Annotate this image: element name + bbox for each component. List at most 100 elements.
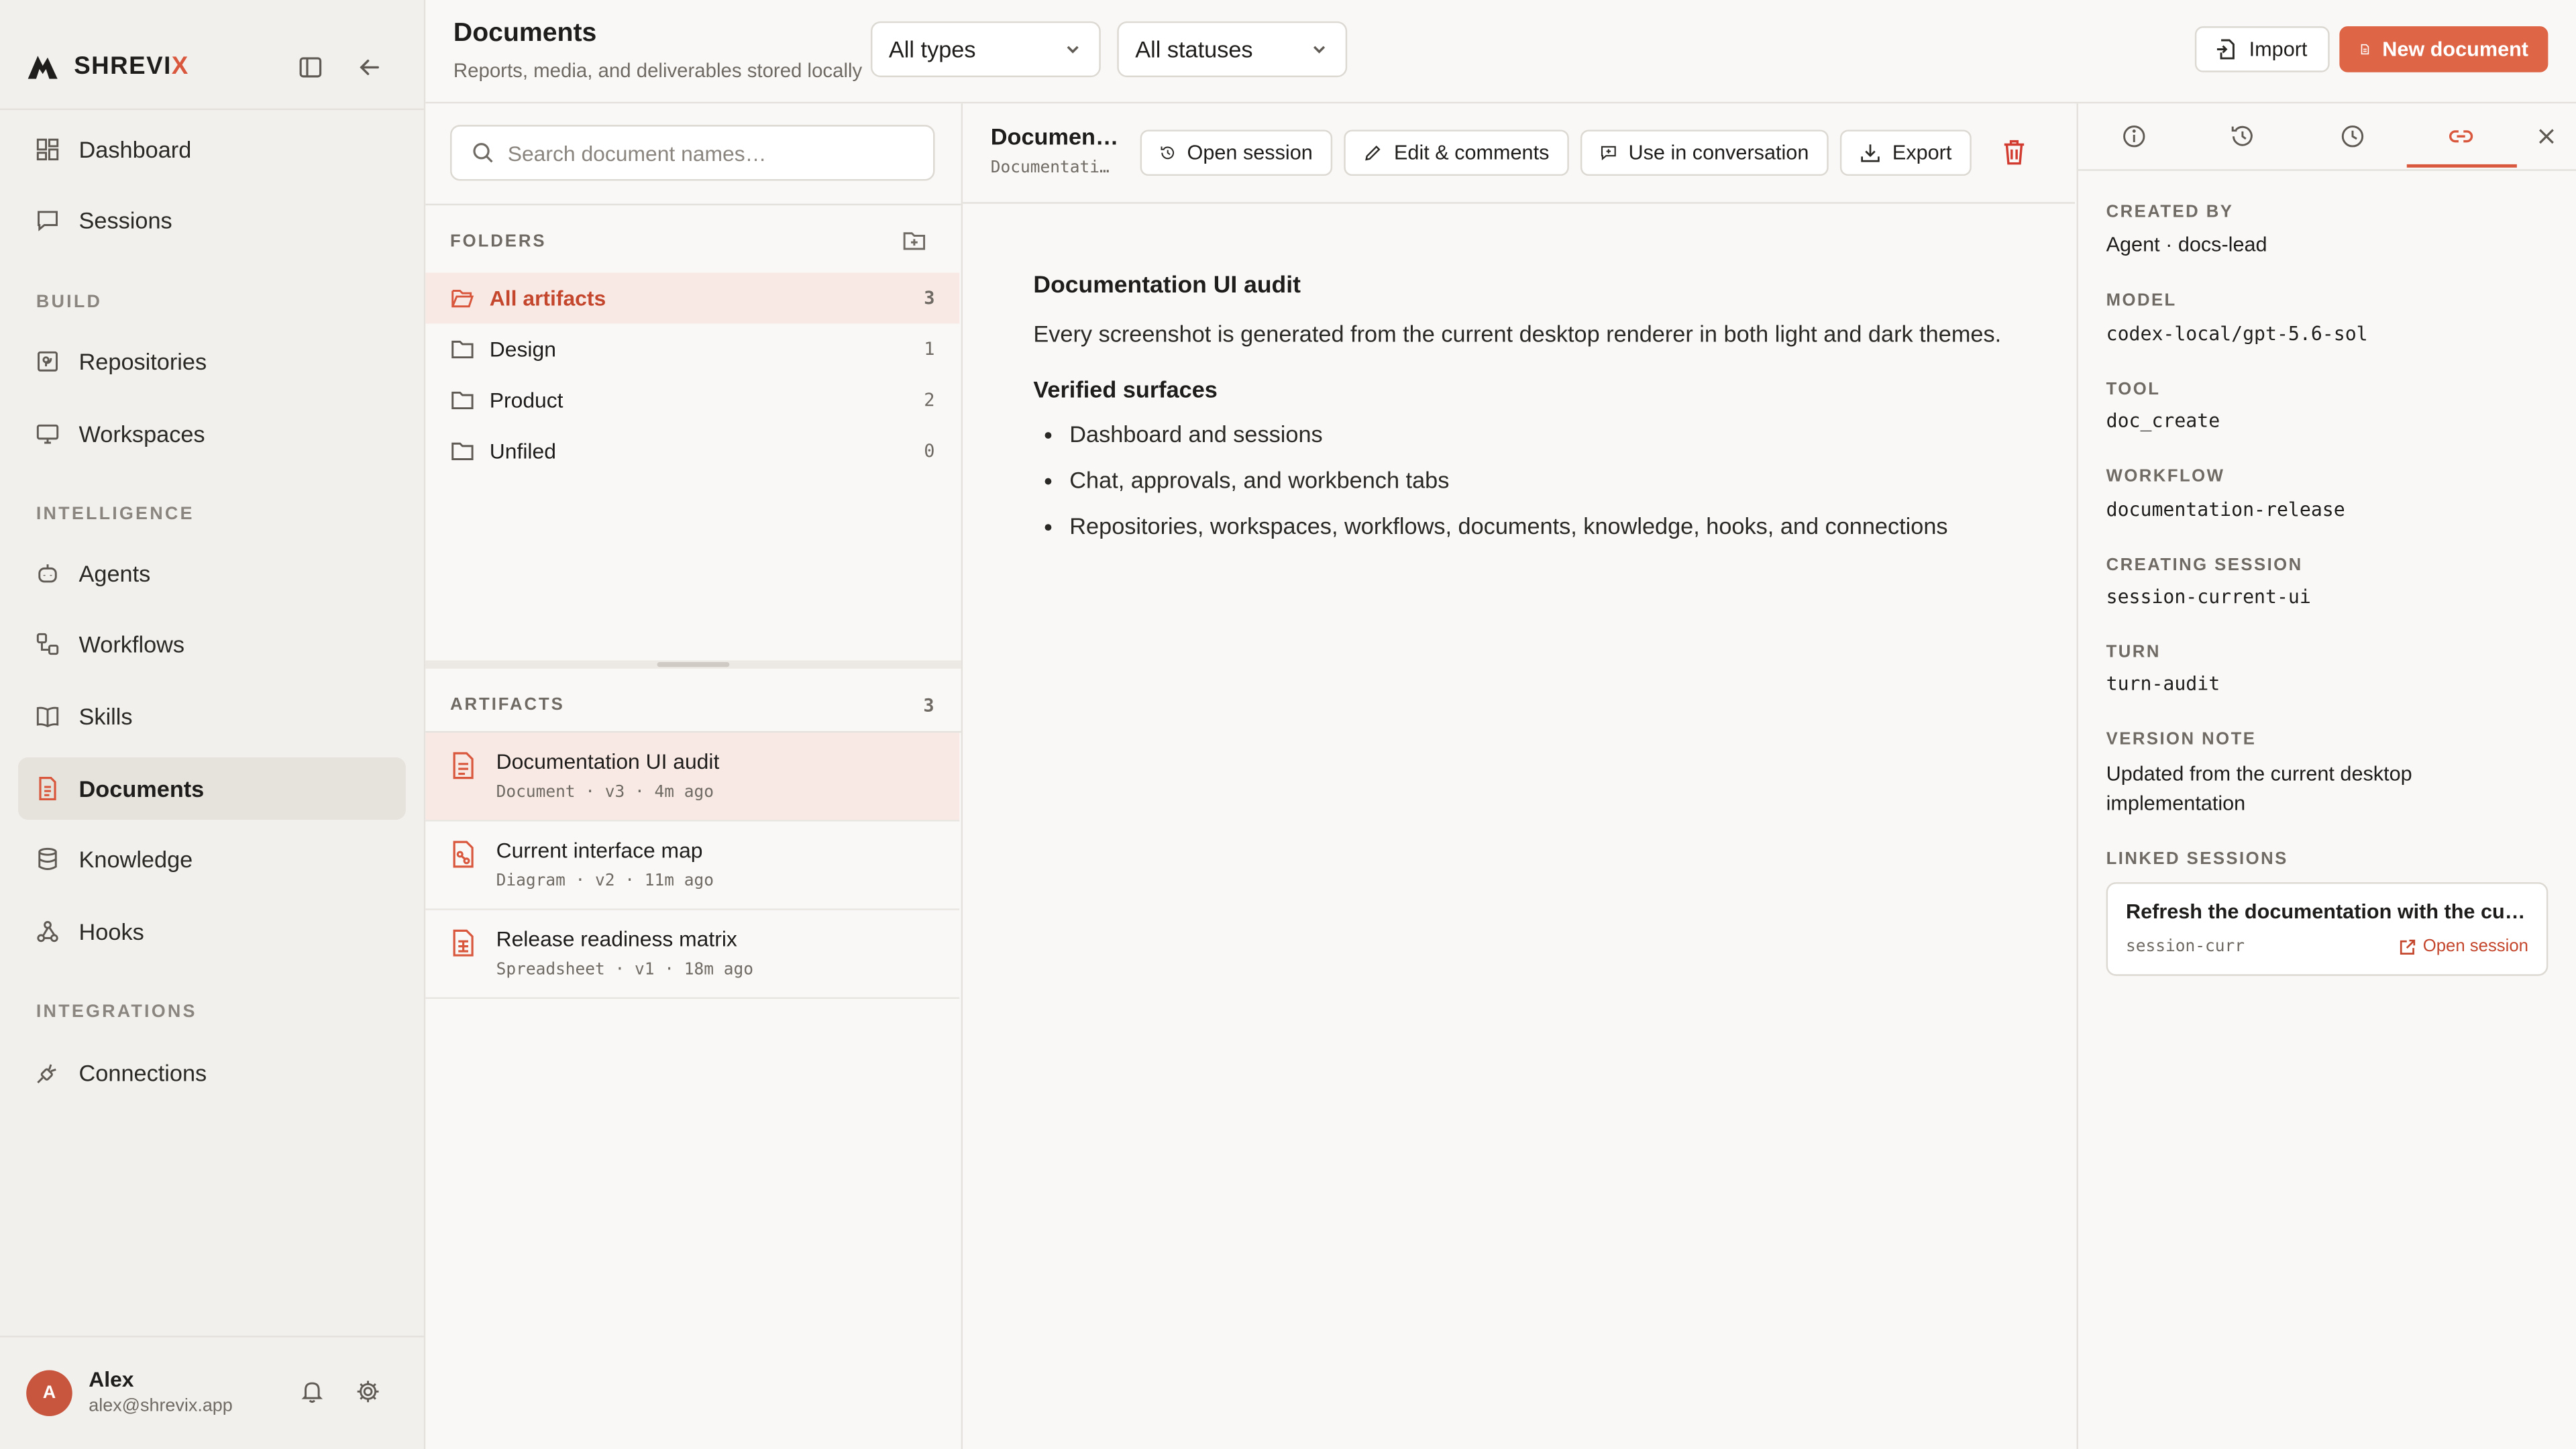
download-icon <box>1861 144 1880 162</box>
close-panel-button[interactable] <box>2530 120 2563 153</box>
user-footer: A Alex alex@shrevix.app <box>0 1336 424 1449</box>
panel-resize-handle[interactable] <box>425 660 961 669</box>
sidebar-item-knowledge[interactable]: Knowledge <box>18 828 406 890</box>
sidebar-item-connections[interactable]: Connections <box>18 1042 406 1104</box>
document-plus-icon <box>2361 44 2369 55</box>
logo-icon <box>28 56 58 79</box>
user-name: Alex <box>89 1366 134 1392</box>
tab-activity[interactable] <box>2336 120 2369 153</box>
gear-icon[interactable] <box>355 1379 381 1405</box>
search-icon <box>473 143 493 163</box>
document-paragraph: Every screenshot is generated from the c… <box>1033 320 2002 347</box>
folders-heading: FOLDERS <box>450 231 547 252</box>
document-subtitle: Documentation UI audit <box>990 159 1119 178</box>
details-tabs <box>2078 103 2576 171</box>
artifact-item[interactable]: Release readiness matrix Spreadsheet · v… <box>425 910 960 999</box>
arrow-left-icon[interactable] <box>356 54 382 80</box>
history-icon <box>1161 146 1174 160</box>
sidebar-item-workspaces[interactable]: Workspaces <box>18 402 406 465</box>
artifact-item[interactable]: Current interface map Diagram · v2 · 11m… <box>425 822 960 910</box>
creating-session-value: session-current-ui <box>2106 584 2311 608</box>
spreadsheet-icon <box>453 929 474 957</box>
webhook-icon <box>37 920 58 943</box>
linked-sessions-label: LINKED SESSIONS <box>2106 849 2288 869</box>
list-item: Dashboard and sessions <box>1069 419 2019 450</box>
turn-value: turn-audit <box>2106 672 2220 695</box>
workflow-label: WORKFLOW <box>2106 466 2225 486</box>
section-intelligence: INTELLIGENCE <box>36 504 195 525</box>
document-heading: Documentation UI audit <box>1033 272 1301 299</box>
sidebar-item-dashboard[interactable]: Dashboard <box>18 118 406 180</box>
document-icon <box>39 777 56 801</box>
brand-name: SHREVIX <box>74 52 189 80</box>
created-by-value: Agent · docs-lead <box>2106 233 2267 257</box>
history-icon <box>2231 125 2253 146</box>
chevron-down-icon <box>1067 46 1079 54</box>
type-filter-select[interactable]: All types <box>870 21 1101 78</box>
repository-icon <box>38 351 58 372</box>
sidebar-item-sessions[interactable]: Sessions <box>18 189 406 252</box>
tool-label: TOOL <box>2106 379 2161 400</box>
open-linked-session-link[interactable]: Open session <box>2398 936 2528 956</box>
diagram-icon <box>453 841 474 868</box>
artifacts-heading: ARTIFACTS <box>450 694 565 715</box>
new-document-button[interactable]: New document <box>2339 26 2548 72</box>
bell-icon[interactable] <box>299 1379 325 1405</box>
tab-links[interactable] <box>2445 120 2477 153</box>
creating-session-label: CREATING SESSION <box>2106 555 2303 576</box>
artifact-item[interactable]: Documentation UI audit Document · v3 · 4… <box>425 733 960 822</box>
use-in-conversation-button[interactable]: Use in conversation <box>1580 129 1829 176</box>
document-list: Dashboard and sessions Chat, approvals, … <box>1033 419 2019 542</box>
folder-product[interactable]: Product 2 <box>425 374 959 425</box>
section-integrations: INTEGRATIONS <box>36 1002 197 1022</box>
monitor-icon <box>36 424 59 444</box>
avatar[interactable]: A <box>26 1370 72 1417</box>
sidebar-item-label: Agents <box>78 560 151 587</box>
open-session-button[interactable]: Open session <box>1140 129 1333 176</box>
user-email: alex@shrevix.app <box>89 1396 233 1417</box>
trash-icon[interactable] <box>2001 138 2027 166</box>
created-by-label: CREATED BY <box>2106 202 2234 222</box>
document-browser: Search document names… FOLDERS All artif… <box>425 103 963 1449</box>
sidebar-item-label: Skills <box>78 703 133 730</box>
list-item: Repositories, workspaces, workflows, doc… <box>1069 511 2019 543</box>
sidebar-item-hooks[interactable]: Hooks <box>18 900 406 963</box>
brand[interactable]: SHREVIX <box>26 49 189 82</box>
bot-icon <box>38 564 57 583</box>
export-button[interactable]: Export <box>1839 129 1972 176</box>
sidebar-item-label: Documents <box>78 775 205 802</box>
import-button[interactable]: Import <box>2194 26 2330 72</box>
sidebar-item-documents[interactable]: Documents <box>17 757 406 820</box>
linked-session-card[interactable]: Refresh the documentation with the curre… <box>2106 882 2548 976</box>
book-icon <box>36 706 59 728</box>
version-note-label: VERSION NOTE <box>2106 729 2257 749</box>
folder-design[interactable]: Design 1 <box>425 323 959 374</box>
plug-icon <box>37 1064 56 1083</box>
list-item: Chat, approvals, and workbench tabs <box>1069 465 2019 496</box>
edit-comments-button[interactable]: Edit & comments <box>1344 129 1569 176</box>
sidebar-item-label: Dashboard <box>78 136 192 163</box>
external-link-icon <box>2400 938 2415 954</box>
search-input[interactable]: Search document names… <box>450 125 935 181</box>
sidebar-item-workflows[interactable]: Workflows <box>18 612 406 675</box>
folder-plus-icon[interactable] <box>902 228 927 253</box>
sidebar-item-agents[interactable]: Agents <box>18 542 406 604</box>
folder-unfiled[interactable]: Unfiled 0 <box>425 425 959 476</box>
database-icon <box>38 847 57 870</box>
linked-session-id: session-curr <box>2126 938 2245 957</box>
sidebar-item-label: Workspaces <box>78 420 205 447</box>
tool-value: doc_create <box>2106 409 2220 433</box>
document-toolbar: Documentation UI audit Documentation UI … <box>963 103 2076 204</box>
folder-all-artifacts[interactable]: All artifacts 3 <box>425 272 960 324</box>
tab-history[interactable] <box>2226 120 2259 153</box>
header: Documents Reports, media, and deliverabl… <box>425 0 2576 104</box>
sidebar-item-skills[interactable]: Skills <box>18 685 406 747</box>
document-title: Documentation UI audit <box>990 123 1122 150</box>
status-filter-select[interactable]: All statuses <box>1117 21 1348 78</box>
close-icon <box>2539 129 2554 144</box>
sidebar-item-repositories[interactable]: Repositories <box>18 330 406 392</box>
workflow-icon <box>36 633 59 655</box>
page-title: Documents <box>453 19 597 48</box>
tab-info[interactable] <box>2118 120 2151 153</box>
sidebar-toggle-icon[interactable] <box>297 54 323 80</box>
